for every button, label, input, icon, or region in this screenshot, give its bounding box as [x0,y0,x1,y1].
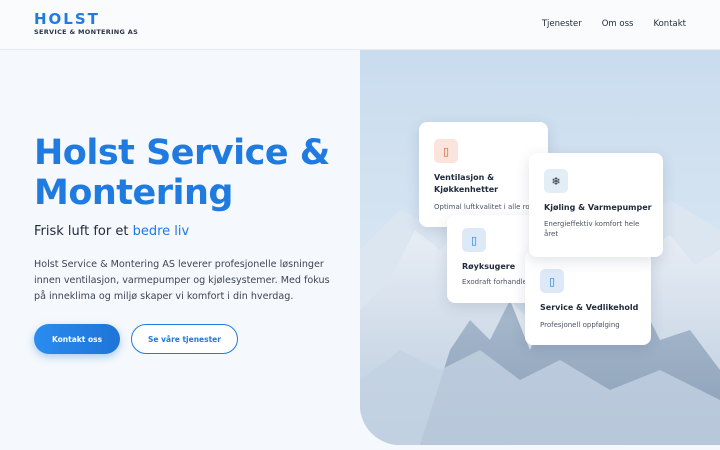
main-nav: Tjenester Om oss Kontakt [542,19,686,29]
service-subtitle: Optimal luftkvalitet i alle rom [434,203,537,211]
site-header: HOLST SERVICE & MONTERING AS Tjenester O… [0,0,720,50]
services-button[interactable]: Se våre tjenester [131,324,238,354]
page-bottom [0,445,720,450]
nav-item-kontakt[interactable]: Kontakt [653,19,686,29]
hero-tagline: Frisk luft for et bedre liv [34,224,189,239]
hero-left [0,50,360,445]
logo-subtitle: SERVICE & MONTERING AS [34,28,139,36]
service-subtitle: Profesjonell oppfølging [540,321,620,329]
logo-title[interactable]: HOLST [34,10,100,28]
contact-button[interactable]: Kontakt oss [34,324,120,354]
snowflake-icon: ❄ [544,169,568,193]
tagline-highlight: bedre liv [132,224,190,239]
service-title: Service & Vedlikehold [540,303,639,312]
service-card-kjoling[interactable]: ❄ Kjøling & Varmepumper Energieffektiv k… [529,153,663,257]
service-title: Kjøling & Varmepumper [544,203,652,212]
service-title: Ventilasjon & Kjøkkenhetter [434,173,499,194]
hero-description: Holst Service & Montering AS leverer pro… [34,259,330,302]
tagline-prefix: Frisk luft for et [34,224,133,239]
wrench-icon: ▯ [540,269,564,293]
nav-item-om-oss[interactable]: Om oss [602,19,634,29]
service-subtitle: Energieffektiv komfort hele året [544,220,640,238]
chimney-icon: ▯ [462,228,486,252]
hero-title: Holst Service & Montering [34,133,330,213]
nav-item-tjenester[interactable]: Tjenester [542,19,582,29]
service-card-service[interactable]: ▯ Service & Vedlikehold Profesjonell opp… [525,250,651,345]
fan-icon: ▯ [434,139,458,163]
